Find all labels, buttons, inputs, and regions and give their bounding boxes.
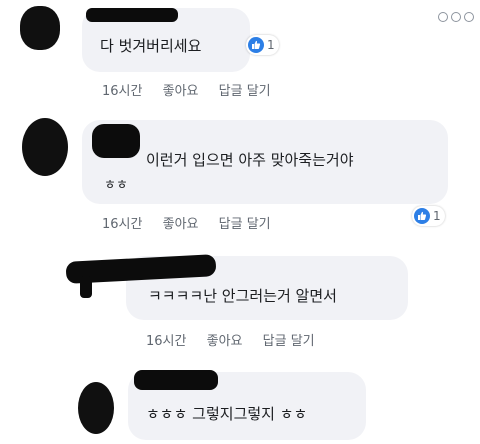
more-dot-icon (464, 12, 474, 22)
comment-meta: 16시간 좋아요 답글 달기 (102, 213, 287, 232)
comment-text: ㅎㅎㅎ 그렇지그렇지 ㅎㅎ (146, 405, 308, 423)
like-link[interactable]: 좋아요 (163, 80, 199, 99)
comment-meta: 16시간 좋아요 답글 달기 (146, 330, 331, 349)
redacted-author-name (134, 370, 218, 390)
comment-time[interactable]: 16시간 (102, 80, 142, 99)
comment-text: 다 벗겨버리세요 (100, 37, 202, 55)
comment-time[interactable]: 16시간 (146, 330, 186, 349)
reaction-count-value: 1 (433, 209, 441, 223)
comment-text-line1: 이런거 입으면 아주 맞아죽는거야 (146, 151, 354, 169)
redacted-author-name (86, 8, 178, 22)
more-dot-icon (438, 12, 448, 22)
reply-link[interactable]: 답글 달기 (219, 80, 271, 99)
avatar[interactable] (78, 382, 114, 434)
reply-link[interactable]: 답글 달기 (263, 330, 315, 349)
reply-link[interactable]: 답글 달기 (219, 213, 271, 232)
redacted-author-name (92, 124, 140, 158)
like-link[interactable]: 좋아요 (163, 213, 199, 232)
more-options-icon[interactable] (438, 12, 474, 22)
comment-text-line2: ㅎㅎ (104, 178, 128, 193)
redacted-author-name (80, 276, 92, 298)
avatar[interactable] (20, 6, 60, 50)
more-dot-icon (451, 12, 461, 22)
reaction-count[interactable]: 1 (246, 35, 279, 55)
like-link[interactable]: 좋아요 (207, 330, 243, 349)
reaction-count[interactable]: 1 (412, 206, 445, 226)
comment-meta: 16시간 좋아요 답글 달기 (102, 80, 287, 99)
thumbs-up-icon (414, 208, 430, 224)
reaction-count-value: 1 (267, 38, 275, 52)
comment-text: ㅋㅋㅋㅋ난 안그러는거 알면서 (148, 287, 337, 305)
avatar[interactable] (22, 118, 68, 176)
comment-time[interactable]: 16시간 (102, 213, 142, 232)
thumbs-up-icon (248, 37, 264, 53)
